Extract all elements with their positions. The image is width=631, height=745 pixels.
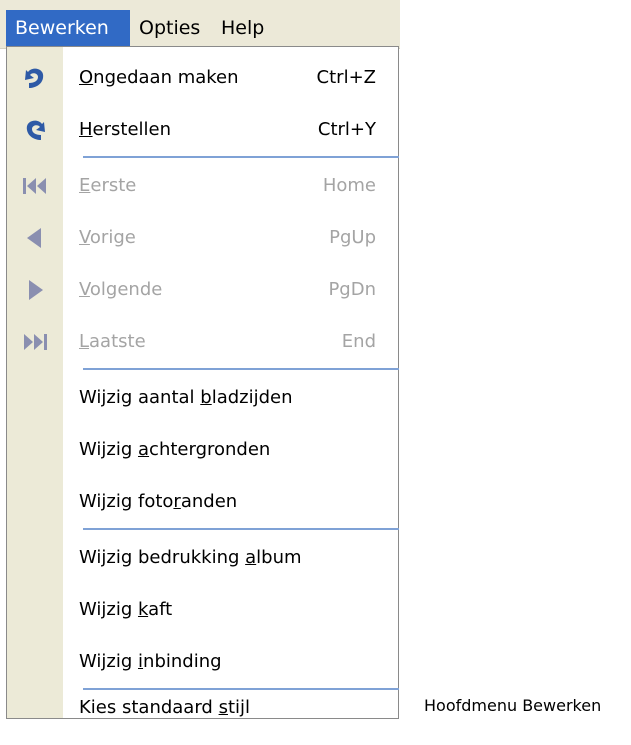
last-page-icon <box>24 334 47 350</box>
menu-item-vorige[interactable]: Vorige PgUp <box>7 213 398 263</box>
menu-separator <box>83 156 399 158</box>
shortcut-pgdn: PgDn <box>328 279 376 300</box>
menu-bewerken[interactable]: Bewerken <box>6 10 130 46</box>
first-page-icon <box>23 178 46 194</box>
menu-item-kies-standaard-stijl[interactable]: Kies standaard stijl <box>7 693 398 719</box>
menu-item-wijzig-kaft[interactable]: Wijzig kaft <box>7 585 398 635</box>
menu-item-ongedaan-maken[interactable]: Ongedaan maken Ctrl+Z <box>7 53 398 103</box>
menu-item-wijzig-fotoranden[interactable]: Wijzig fotoranden <box>7 477 398 527</box>
menu-item-herstellen[interactable]: Herstellen Ctrl+Y <box>7 105 398 155</box>
shortcut-ctrl-y: Ctrl+Y <box>317 119 376 140</box>
menu-item-volgende[interactable]: Volgende PgDn <box>7 265 398 315</box>
menu-item-laatste[interactable]: Laatste End <box>7 317 398 367</box>
menu-item-wijzig-inbinding[interactable]: Wijzig inbinding <box>7 637 398 687</box>
menu-separator <box>83 368 399 370</box>
menu-item-eerste[interactable]: Eerste Home <box>7 161 398 211</box>
undo-icon <box>25 68 44 88</box>
bewerken-dropdown-menu: Ongedaan maken Ctrl+Z Herstellen Ctrl+Y … <box>6 46 399 719</box>
previous-page-icon <box>27 228 41 248</box>
shortcut-ctrl-z: Ctrl+Z <box>316 67 376 88</box>
menu-item-wijzig-achtergronden[interactable]: Wijzig achtergronden <box>7 425 398 475</box>
menu-item-wijzig-aantal-bladzijden[interactable]: Wijzig aantal bladzijden <box>7 373 398 423</box>
menu-opties[interactable]: Opties <box>130 10 212 46</box>
menu-separator <box>83 528 399 530</box>
menu-help[interactable]: Help <box>212 10 278 46</box>
shortcut-end: End <box>341 331 376 352</box>
redo-icon <box>26 120 45 140</box>
figure-caption: Hoofdmenu Bewerken <box>424 696 602 715</box>
next-page-icon <box>29 280 43 300</box>
menu-bar: Bewerken Opties Help <box>0 0 400 49</box>
shortcut-home: Home <box>322 175 376 196</box>
shortcut-pgup: PgUp <box>329 227 376 248</box>
menu-item-wijzig-bedrukking-album[interactable]: Wijzig bedrukking album <box>7 533 398 583</box>
